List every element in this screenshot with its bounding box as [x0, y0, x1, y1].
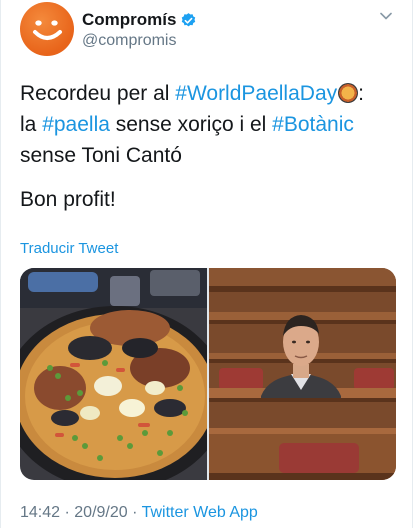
tweet-text-segment: : — [358, 82, 364, 105]
avatar[interactable] — [20, 2, 74, 56]
tweet-date[interactable]: 20/9/20 — [74, 504, 127, 521]
user-handle[interactable]: @compromis — [82, 32, 176, 50]
source-app-link[interactable]: Twitter Web App — [142, 504, 258, 521]
smile-logo-icon — [33, 20, 62, 40]
tweet-body: Recordeu per al #WorldPaellaDay: la #pae… — [20, 78, 400, 171]
man-in-parliament-seats-photo[interactable] — [209, 268, 396, 480]
paella-pan-photo[interactable] — [20, 268, 207, 480]
frame-border-left — [0, 0, 1, 528]
translate-tweet-link[interactable]: Traducir Tweet — [20, 240, 118, 257]
tweet-line-3: sense Toni Cantó — [20, 144, 182, 167]
tweet-time[interactable]: 14:42 — [20, 504, 60, 521]
display-name[interactable]: Compromís — [82, 10, 176, 30]
footer-separator: · — [60, 504, 75, 521]
tweet-line-1: Recordeu per al #WorldPaellaDay: — [20, 78, 400, 109]
tweet-text-segment: Recordeu per al — [20, 82, 176, 105]
hashtag-paella[interactable]: #paella — [42, 113, 110, 136]
frame-border-right — [412, 0, 413, 528]
media-grid — [20, 268, 396, 480]
chevron-down-icon[interactable] — [378, 8, 394, 24]
verified-badge-icon — [182, 12, 196, 26]
name-row: Compromís — [82, 10, 197, 30]
tweet-footer: 14:42 · 20/9/20 · Twitter Web App — [20, 504, 258, 522]
tweet-closing-text: Bon profit! — [20, 188, 116, 211]
tweet-text-segment: la — [20, 113, 43, 136]
footer-separator: · — [127, 504, 142, 521]
tweet-header: Compromís @compromis — [20, 2, 400, 58]
hashtag-worldpaelladay[interactable]: #WorldPaellaDay — [175, 82, 337, 105]
hashtag-botanic[interactable]: #Botànic — [272, 113, 354, 136]
tweet-text-segment: sense xoriço i el — [109, 113, 273, 136]
tweet-line-2: la #paella sense xoriço i el #Botànic — [20, 109, 400, 140]
paella-emoji-icon — [338, 83, 359, 103]
